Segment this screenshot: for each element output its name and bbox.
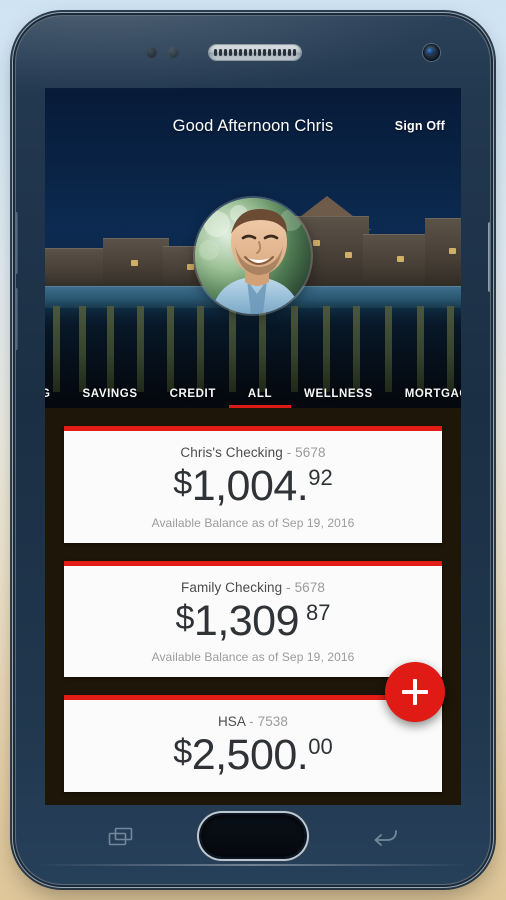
account-card[interactable]: Chris's Checking - 5678 $1,004.92 Availa… <box>64 426 442 543</box>
power-key[interactable] <box>488 222 490 292</box>
available-balance-label: Available Balance as of Sep 19, 2016 <box>151 650 355 665</box>
tab-savings[interactable]: SAVINGS <box>77 386 144 409</box>
tab-all[interactable]: ALL <box>242 386 278 409</box>
device-top-hardware <box>16 36 490 70</box>
available-balance-label: Available Balance as of Sep 19, 2016 <box>151 515 355 530</box>
account-balance: $1,004.92 <box>74 462 432 510</box>
device-chin-highlight <box>16 864 490 866</box>
tab-wellness[interactable]: WELLNESS <box>298 386 379 409</box>
account-balance: $1,309 87 <box>74 596 432 645</box>
proximity-sensor-icon <box>146 47 157 58</box>
account-name: Family Checking <box>180 579 283 595</box>
add-account-fab[interactable] <box>385 662 445 722</box>
balance-cents: 92 <box>308 465 333 490</box>
hero-window <box>397 256 404 262</box>
hero-window <box>131 260 138 266</box>
back-key-icon[interactable] <box>372 827 398 847</box>
balance-whole: 1,004 <box>191 462 298 510</box>
sign-off-button[interactable]: Sign Off <box>395 119 445 133</box>
currency-symbol: $ <box>175 598 194 637</box>
account-title: HSA - 7538 <box>74 714 432 729</box>
account-list[interactable]: Chris's Checking - 5678 $1,004.92 Availa… <box>45 408 461 805</box>
balance-whole: 2,500 <box>191 731 298 780</box>
balance-decimal-point: . <box>296 731 309 780</box>
account-name: Chris's Checking <box>180 445 283 460</box>
account-title: Chris's Checking - 5678 <box>74 445 432 460</box>
balance-decimal-point: . <box>296 462 309 510</box>
currency-symbol: $ <box>173 464 192 502</box>
hero-window <box>187 264 194 270</box>
volume-up-key[interactable] <box>16 212 18 274</box>
account-separator: - <box>282 445 296 460</box>
account-separator: - <box>282 579 295 595</box>
account-mask: 5678 <box>294 579 326 595</box>
earpiece-speaker-icon <box>209 45 301 60</box>
account-mask: 5678 <box>295 445 326 460</box>
phone-device: Good Afternoon Chris Sign Off G SAVINGS … <box>16 16 490 884</box>
volume-down-key[interactable] <box>16 288 18 350</box>
account-card[interactable]: HSA - 7538 $2,500.00 <box>64 695 442 792</box>
hero-building <box>363 234 433 292</box>
hero-window <box>345 252 352 258</box>
app-header: Good Afternoon Chris Sign Off <box>45 88 461 164</box>
avatar[interactable] <box>195 198 311 314</box>
tab-credit[interactable]: CREDIT <box>164 386 222 409</box>
account-separator: - <box>245 714 258 730</box>
tab-g[interactable]: G <box>45 386 57 409</box>
hero-window <box>449 248 456 254</box>
home-button[interactable] <box>201 815 305 857</box>
balance-cents: 00 <box>308 734 333 760</box>
account-name: HSA <box>217 714 246 730</box>
hero-window <box>313 240 320 246</box>
hero-building <box>425 218 461 292</box>
front-camera-icon <box>423 44 440 61</box>
scene-background: Good Afternoon Chris Sign Off G SAVINGS … <box>0 0 506 900</box>
balance-whole: 1,309 <box>193 596 300 645</box>
phone-screen: Good Afternoon Chris Sign Off G SAVINGS … <box>45 88 461 805</box>
account-balance: $2,500.00 <box>74 731 432 780</box>
currency-symbol: $ <box>173 733 192 772</box>
avatar-photo <box>195 198 311 314</box>
light-sensor-icon <box>168 47 179 58</box>
balance-cents: 87 <box>306 599 331 625</box>
account-card[interactable]: Family Checking - 5678 $1,309 87 Availabl… <box>64 560 442 678</box>
account-mask: 7538 <box>257 714 289 730</box>
device-bottom-hardware <box>16 805 490 884</box>
recents-key-icon[interactable] <box>108 827 134 847</box>
account-title: Family Checking - 5678 <box>74 580 432 595</box>
tab-mortgage[interactable]: MORTGAG <box>399 386 461 409</box>
